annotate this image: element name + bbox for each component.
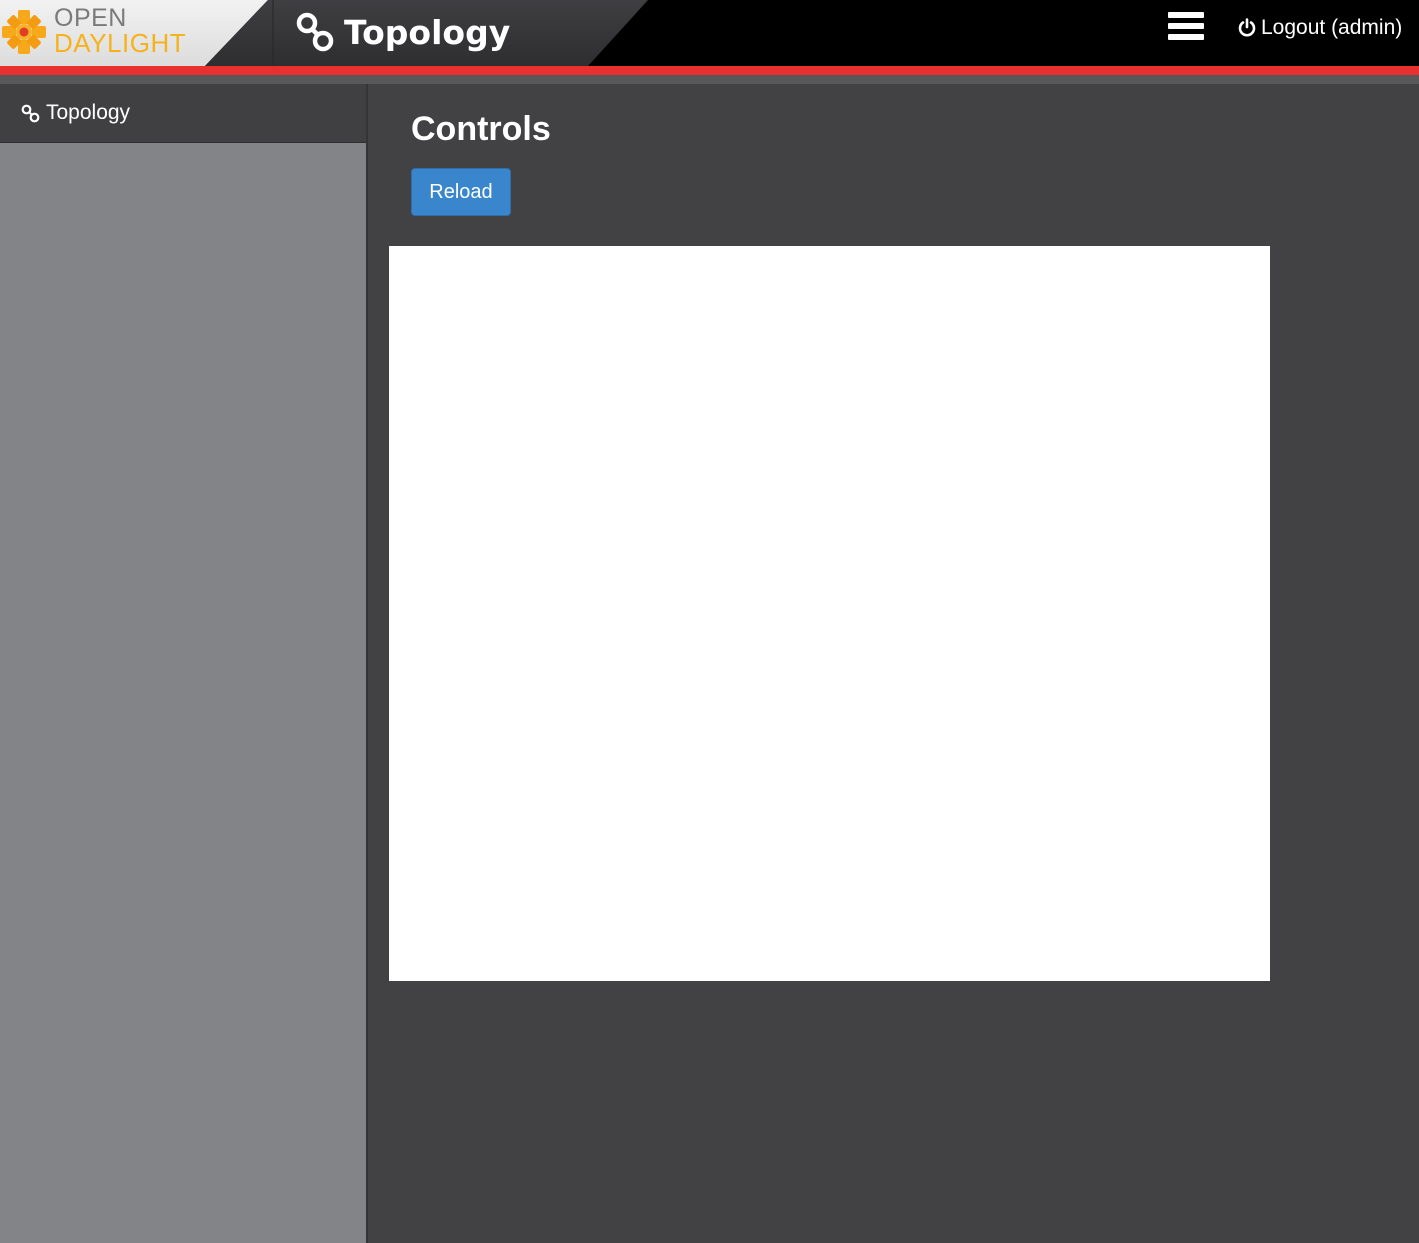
logout-button[interactable]: Logout (admin) — [1238, 16, 1402, 40]
power-icon — [1238, 18, 1256, 37]
main-content: Controls Reload — [368, 84, 1419, 1243]
header-sub-strip — [0, 75, 1419, 84]
sidebar-item-label: Topology — [46, 101, 131, 124]
reload-button[interactable]: Reload — [411, 168, 511, 216]
topology-canvas[interactable] — [389, 246, 1270, 981]
opendaylight-flower-icon — [2, 10, 46, 54]
app-title: Topology — [296, 8, 510, 56]
topology-link-icon — [296, 12, 334, 52]
sidebar-item-topology[interactable]: Topology — [0, 84, 366, 143]
app-title-text: Topology — [344, 12, 511, 52]
controls-heading: Controls — [411, 110, 551, 148]
opendaylight-logo[interactable]: OPEN DAYLIGHT — [0, 0, 230, 66]
logout-label: Logout (admin) — [1261, 16, 1403, 39]
header-accent-bar — [0, 66, 1419, 75]
logo-wordmark: OPEN DAYLIGHT — [54, 6, 187, 58]
top-header: OPEN DAYLIGHT Topology Logout (admin) — [0, 0, 1419, 66]
link-icon — [21, 104, 40, 122]
logo-daylight-text: DAYLIGHT — [54, 28, 187, 58]
hamburger-menu-icon[interactable] — [1168, 12, 1205, 44]
sidebar: Topology — [0, 84, 366, 1243]
